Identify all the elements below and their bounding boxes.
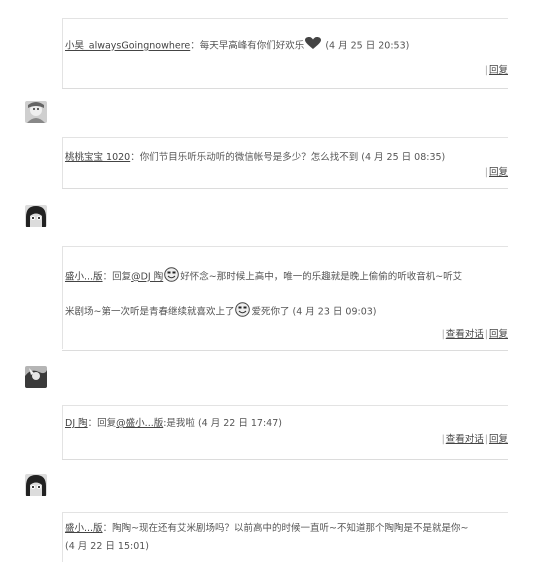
comment-username-link[interactable]: 盛小...版 bbox=[65, 523, 103, 534]
colon: ： bbox=[190, 40, 200, 52]
comment-text: 好怀念~那时候上高中，唯一的乐趣就是晚上偷偷的听收音机~听艾 bbox=[180, 271, 463, 283]
comment-top-border bbox=[62, 512, 508, 513]
colon: ： bbox=[102, 523, 113, 534]
comment-left-border bbox=[62, 246, 63, 349]
divider bbox=[62, 188, 508, 189]
comment-left-border bbox=[62, 18, 63, 88]
comment-actions: |回复 bbox=[484, 166, 508, 180]
mention-link[interactable]: @DJ 陶 bbox=[131, 272, 163, 283]
comment-line: 米剧场~第一次听是青春继续就喜欢上了 爱死你了 (4 月 23 日 09:03) bbox=[65, 302, 377, 322]
separator: | bbox=[441, 434, 445, 445]
separator: | bbox=[484, 167, 488, 178]
comment-actions: |查看对话|回复 bbox=[441, 328, 508, 342]
comment-line: DJ 陶：回复@盛小...版:是我啦 (4 月 22 日 17:47) bbox=[65, 417, 282, 431]
separator: | bbox=[441, 329, 445, 340]
comment-text: 你们节目乐听乐动听的微信帐号是多少？怎么找不到 bbox=[139, 152, 359, 163]
comment-text: 爱死你了 bbox=[251, 306, 290, 318]
comment-username-link[interactable]: 小昊_alwaysGoingnowhere bbox=[65, 41, 190, 52]
separator: | bbox=[484, 329, 488, 340]
avatar[interactable] bbox=[25, 205, 47, 227]
avatar[interactable] bbox=[25, 366, 47, 388]
comment-top-border bbox=[62, 18, 508, 19]
reply-link[interactable]: 回复 bbox=[489, 65, 508, 76]
view-thread-link[interactable]: 查看对话 bbox=[446, 329, 484, 340]
colon: ： bbox=[130, 152, 140, 163]
comment-line: (4 月 22 日 15:01) bbox=[65, 540, 149, 554]
divider bbox=[62, 459, 508, 460]
comment-timestamp: (4 月 25 日 08:35) bbox=[361, 152, 446, 163]
reply-link[interactable]: 回复 bbox=[489, 329, 508, 340]
comment-timestamp: (4 月 22 日 17:47) bbox=[197, 418, 282, 429]
comment-text: 米剧场~第一次听是青春继续就喜欢上了 bbox=[65, 306, 235, 318]
comment-text: 每天早高峰有你们好欢乐 bbox=[199, 40, 305, 52]
colon: ： bbox=[87, 418, 98, 429]
comment-top-border bbox=[62, 246, 508, 247]
comment-line: 盛小...版：回复@DJ 陶 好怀念~那时候上高中，唯一的乐趣就是晚上偷偷的听收音… bbox=[65, 267, 462, 287]
reply-prefix: 回复 bbox=[112, 271, 132, 283]
heart-icon bbox=[305, 37, 322, 55]
comment-username-link[interactable]: 桃桃宝宝 1020 bbox=[65, 152, 130, 163]
avatar[interactable] bbox=[25, 474, 47, 496]
comment-left-border bbox=[62, 405, 63, 459]
comment-top-border bbox=[62, 137, 508, 138]
mention-link[interactable]: @盛小...版 bbox=[116, 418, 163, 429]
smiley-icon bbox=[235, 302, 251, 322]
reply-prefix: 回复 bbox=[97, 418, 117, 429]
view-thread-link[interactable]: 查看对话 bbox=[446, 434, 484, 445]
separator: | bbox=[484, 434, 488, 445]
comment-username-link[interactable]: DJ 陶 bbox=[65, 418, 88, 429]
comment-left-border bbox=[62, 137, 63, 188]
comment-actions: |回复 bbox=[484, 64, 508, 78]
comment-username-link[interactable]: 盛小...版 bbox=[65, 272, 103, 283]
comment-line: 桃桃宝宝 1020：你们节目乐听乐动听的微信帐号是多少？怎么找不到 (4 月 2… bbox=[65, 151, 445, 165]
comment-timestamp: (4 月 25 日 20:53) bbox=[325, 40, 410, 52]
comment-timestamp: (4 月 22 日 15:01) bbox=[65, 541, 150, 552]
reply-link[interactable]: 回复 bbox=[489, 167, 508, 178]
comment-line: 盛小...版：陶陶~现在还有艾米剧场吗？以前高中的时候一直听~不知道那个陶陶是不… bbox=[65, 522, 468, 536]
separator: | bbox=[484, 65, 488, 76]
divider bbox=[62, 88, 508, 89]
comment-text: :是我啦 bbox=[163, 418, 195, 429]
comment-top-border bbox=[62, 405, 508, 406]
comment-timestamp: (4 月 23 日 09:03) bbox=[292, 306, 377, 318]
colon: ： bbox=[102, 271, 113, 283]
divider bbox=[62, 350, 508, 351]
comment-left-border bbox=[62, 512, 63, 562]
avatar[interactable] bbox=[25, 101, 47, 123]
comment-line: 小昊_alwaysGoingnowhere：每天早高峰有你们好欢乐 (4 月 2… bbox=[65, 37, 409, 55]
comment-actions: |查看对话|回复 bbox=[441, 433, 508, 447]
comment-text: 陶陶~现在还有艾米剧场吗？以前高中的时候一直听~不知道那个陶陶是不是就是你~ bbox=[112, 523, 469, 534]
reply-link[interactable]: 回复 bbox=[489, 434, 508, 445]
smiley-icon bbox=[164, 267, 180, 287]
